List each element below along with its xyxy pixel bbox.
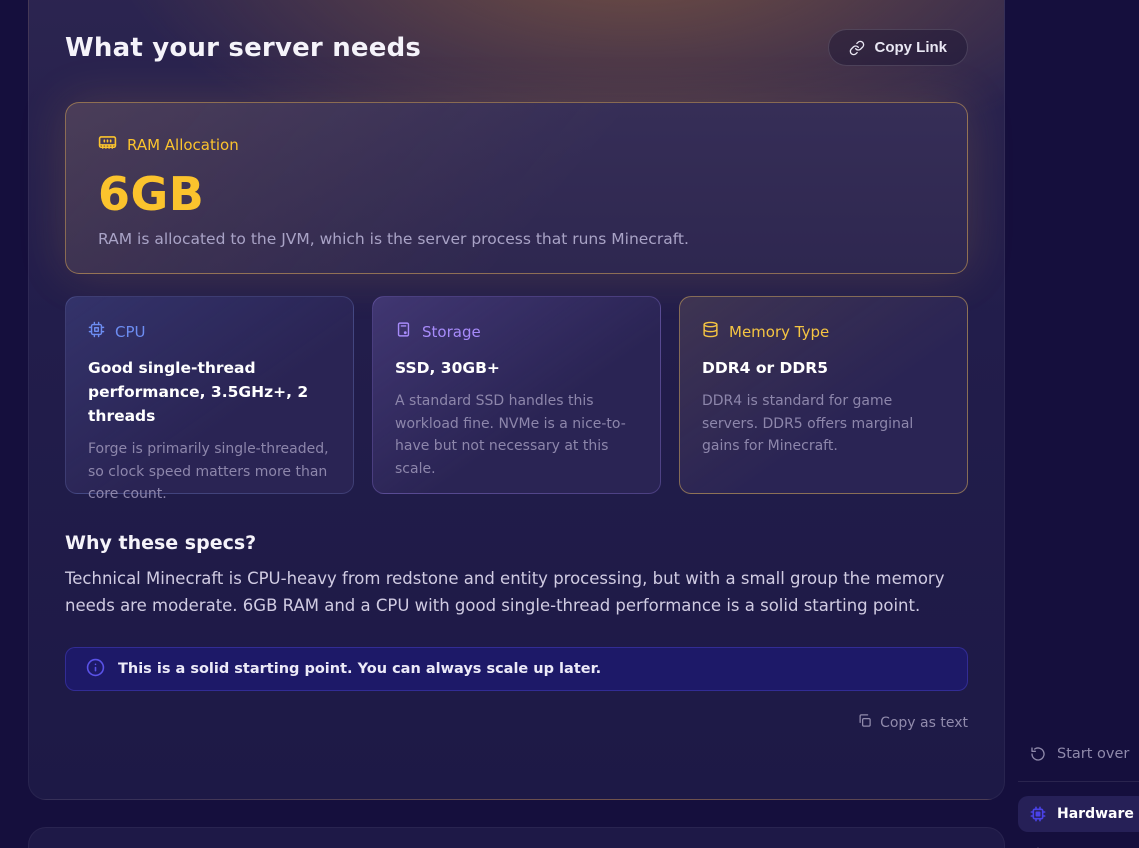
- step-hardware[interactable]: Hardware: [1018, 796, 1139, 832]
- cpu-card-header: CPU: [88, 321, 331, 342]
- copy-as-text-label: Copy as text: [880, 715, 968, 731]
- ram-description: RAM is allocated to the JVM, which is th…: [98, 230, 935, 248]
- memory-type-card: Memory Type DDR4 or DDR5 DDR4 is standar…: [679, 296, 968, 494]
- memory-card-title: DDR4 or DDR5: [702, 356, 945, 380]
- ram-allocation-card: RAM Allocation 6GB RAM is allocated to t…: [65, 102, 968, 274]
- storage-icon: [395, 321, 412, 342]
- memory-card-description: DDR4 is standard for game servers. DDR5 …: [702, 390, 945, 458]
- restart-icon: [1030, 746, 1046, 762]
- storage-card-header: Storage: [395, 321, 638, 342]
- next-section-panel: [28, 827, 1005, 848]
- cpu-card-label: CPU: [115, 323, 146, 341]
- copy-text-row: Copy as text: [65, 713, 968, 732]
- ram-stick-icon: [98, 133, 117, 156]
- cpu-card-description: Forge is primarily single-threaded, so c…: [88, 438, 331, 506]
- step-start-over-label: Start over: [1057, 746, 1129, 762]
- spec-cards-row: CPU Good single-thread performance, 3.5G…: [65, 296, 968, 494]
- note-banner: This is a solid starting point. You can …: [65, 647, 968, 691]
- cpu-card-title: Good single-thread performance, 3.5GHz+,…: [88, 356, 331, 428]
- cpu-icon: [1030, 806, 1046, 822]
- cpu-card: CPU Good single-thread performance, 3.5G…: [65, 296, 354, 494]
- copy-link-label: Copy Link: [874, 39, 947, 56]
- database-icon: [702, 321, 719, 342]
- storage-card: Storage SSD, 30GB+ A standard SSD handle…: [372, 296, 661, 494]
- panel-header: What your server needs Copy Link: [65, 29, 968, 66]
- cpu-icon: [88, 321, 105, 342]
- step-hardware-label: Hardware: [1057, 806, 1134, 822]
- rail-divider: [1018, 781, 1139, 782]
- ram-card-header: RAM Allocation: [98, 133, 935, 156]
- step-rail: Start over Hardware Optimize: [1018, 740, 1139, 848]
- memory-card-header: Memory Type: [702, 321, 945, 342]
- storage-card-title: SSD, 30GB+: [395, 356, 638, 380]
- ram-value: 6GB: [98, 167, 935, 221]
- step-start-over[interactable]: Start over: [1018, 740, 1139, 768]
- storage-card-description: A standard SSD handles this workload fin…: [395, 390, 638, 481]
- info-icon: [86, 658, 105, 681]
- copy-as-text-button[interactable]: Copy as text: [857, 713, 968, 732]
- ram-card-label: RAM Allocation: [127, 136, 239, 154]
- memory-card-label: Memory Type: [729, 323, 829, 341]
- copy-link-button[interactable]: Copy Link: [828, 29, 968, 66]
- why-specs-body: Technical Minecraft is CPU-heavy from re…: [65, 566, 968, 619]
- results-panel: What your server needs Copy Link RAM All…: [28, 0, 1005, 800]
- copy-icon: [857, 713, 872, 732]
- storage-card-label: Storage: [422, 323, 481, 341]
- link-icon: [849, 40, 865, 56]
- why-specs-heading: Why these specs?: [65, 532, 968, 554]
- step-optimize[interactable]: Optimize: [1018, 841, 1139, 848]
- page-title: What your server needs: [65, 33, 421, 63]
- note-text: This is a solid starting point. You can …: [118, 661, 601, 677]
